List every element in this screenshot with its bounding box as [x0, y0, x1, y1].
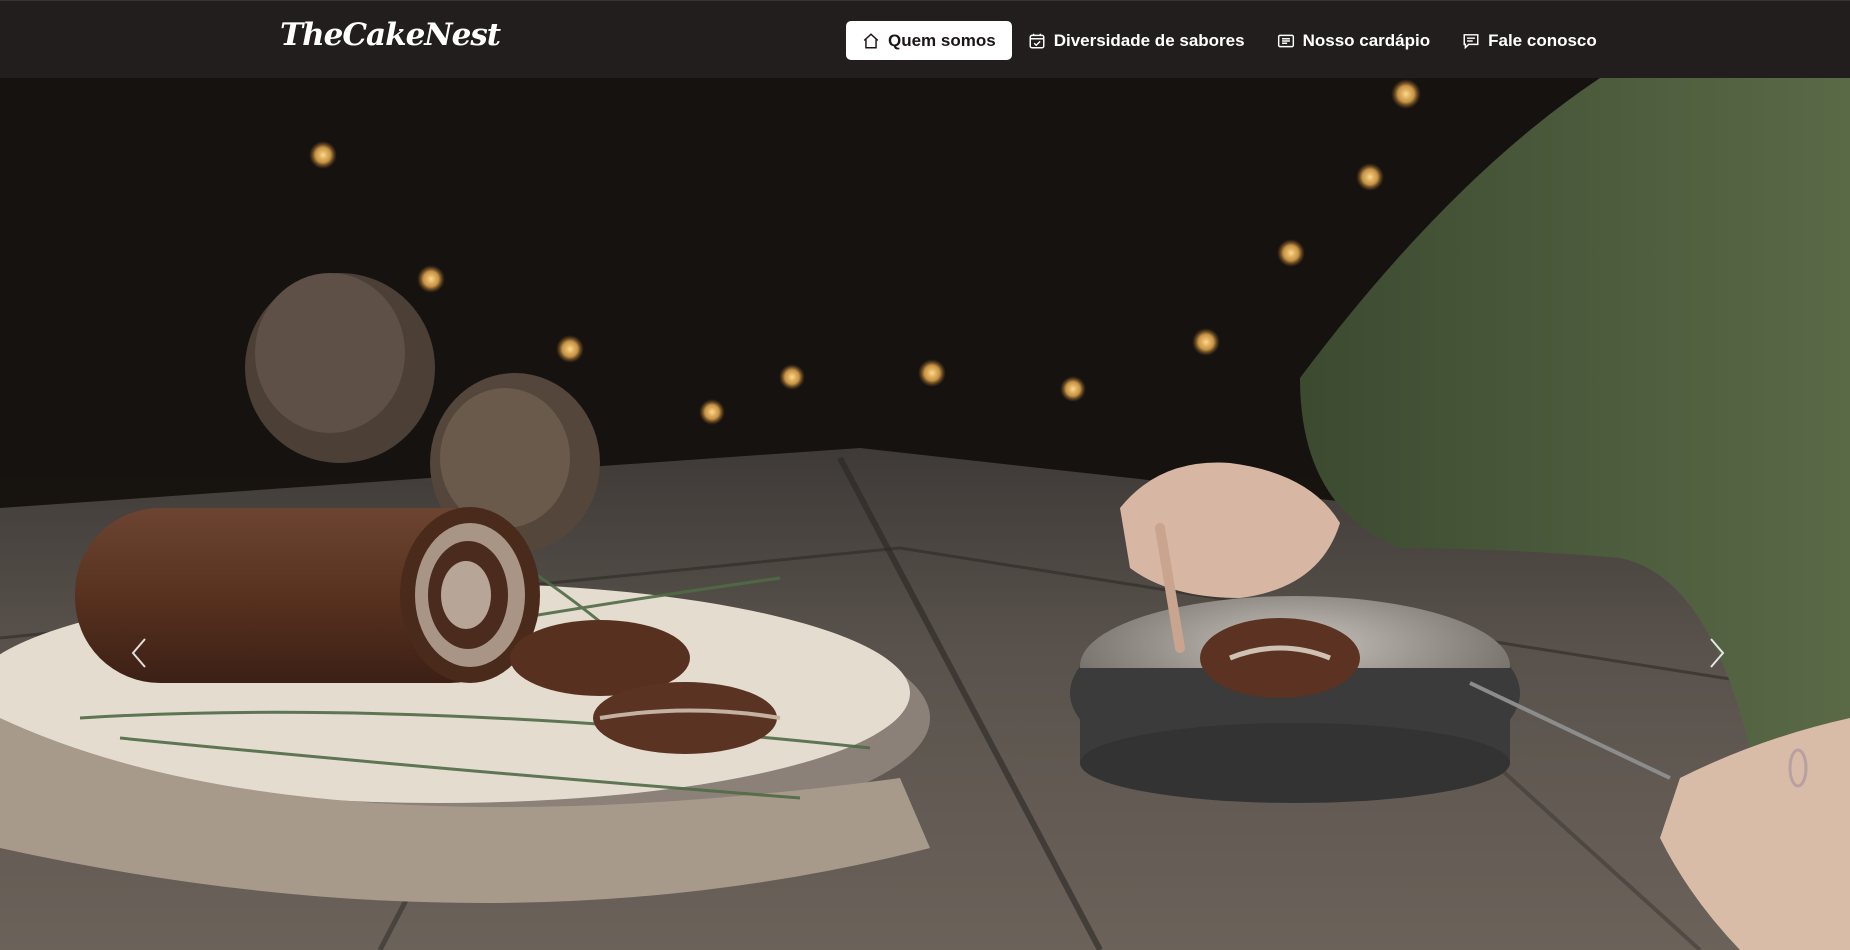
chat-text-icon [1462, 32, 1480, 50]
carousel-next-button[interactable] [1698, 623, 1738, 683]
nav-item-label: Quem somos [888, 30, 996, 50]
nav-item-label: Diversidade de sabores [1053, 30, 1245, 50]
nav-item-diversidade-de-sabores[interactable]: Diversidade de sabores [1012, 21, 1261, 60]
carousel-prev-button[interactable] [118, 623, 158, 683]
chocolate-swiss-roll-photo [0, 78, 1850, 950]
nav-item-nosso-cardapio[interactable]: Nosso cardápio [1261, 21, 1447, 60]
hero-carousel [0, 78, 1850, 950]
nav-links: Quem somos Diversidade de sabores Nosso … [846, 21, 1613, 60]
nav-item-label: Nosso cardápio [1302, 30, 1431, 50]
navbar: TheCakeNest Quem somos Diversidade de sa [0, 0, 1850, 78]
nav-item-quem-somos[interactable]: Quem somos [846, 21, 1012, 60]
card-list-icon [1277, 32, 1295, 50]
nav-item-label: Fale conosco [1488, 30, 1597, 50]
nav-item-fale-conosco[interactable]: Fale conosco [1446, 21, 1613, 60]
calendar-check-icon [1028, 32, 1046, 50]
chevron-left-icon [131, 638, 146, 668]
home-icon [862, 32, 880, 50]
chevron-right-icon [1710, 638, 1725, 668]
brand-logo[interactable]: TheCakeNest [280, 17, 501, 53]
